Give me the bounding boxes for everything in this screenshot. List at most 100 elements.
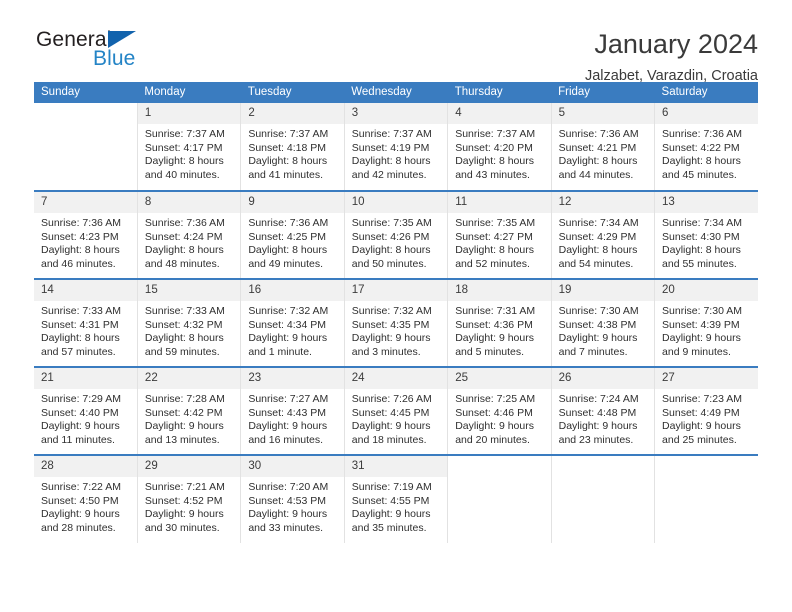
day-detail-line: and 30 minutes.	[144, 521, 220, 534]
day-number: 22	[137, 368, 241, 389]
day-detail-line: Daylight: 8 hours	[662, 155, 741, 168]
day-detail-line: Daylight: 9 hours	[41, 508, 120, 521]
page-header: General Blue January 2024 Jalzabet, Vara…	[34, 0, 758, 84]
calendar-day-cell[interactable]: 27 Sunrise: 7:23 AM Sunset: 4:49 PM Dayligh…	[654, 366, 758, 455]
calendar-day-cell[interactable]: 9 Sunrise: 7:36 AM Sunset: 4:25 PM Daylight…	[240, 190, 345, 279]
day-detail-line: Sunset: 4:46 PM	[455, 406, 533, 419]
day-detail-line: and 16 minutes.	[248, 433, 324, 446]
calendar-day-cell[interactable]: 6 Sunrise: 7:36 AM Sunset: 4:22 PM Daylight…	[654, 103, 758, 191]
day-number: 18	[448, 280, 551, 301]
calendar-day-cell[interactable]: 20 Sunrise: 7:30 AM Sunset: 4:39 PM Dayligh…	[654, 278, 758, 367]
day-detail-line: Sunrise: 7:27 AM	[248, 393, 329, 405]
day-number	[655, 456, 758, 477]
day-detail-line: and 18 minutes.	[351, 433, 427, 446]
day-detail-line: Sunrise: 7:22 AM	[41, 481, 121, 493]
day-details: Sunrise: 7:33 AM Sunset: 4:32 PM Daylight:…	[138, 301, 240, 359]
day-details: Sunrise: 7:34 AM Sunset: 4:29 PM Daylight:…	[552, 213, 654, 271]
day-detail-line: Daylight: 8 hours	[248, 155, 328, 168]
day-detail-line: Sunrise: 7:37 AM	[455, 128, 536, 140]
day-details: Sunrise: 7:37 AM Sunset: 4:20 PM Daylight:…	[448, 124, 550, 182]
day-details: Sunrise: 7:35 AM Sunset: 4:27 PM Daylight:…	[448, 213, 550, 271]
day-detail-line: Sunrise: 7:30 AM	[558, 305, 639, 317]
day-detail-line: Sunset: 4:40 PM	[41, 406, 119, 419]
calendar-day-cell[interactable]: 23 Sunrise: 7:27 AM Sunset: 4:43 PM Dayligh…	[240, 366, 345, 455]
day-detail-line: Sunrise: 7:37 AM	[144, 128, 225, 140]
calendar-day-cell[interactable]: 4 Sunrise: 7:37 AM Sunset: 4:20 PM Daylight…	[447, 103, 552, 191]
day-number	[34, 103, 137, 124]
day-number: 10	[344, 192, 448, 213]
day-detail-line: and 55 minutes.	[662, 257, 737, 270]
weekday-header-sunday: Sunday	[34, 82, 138, 103]
day-detail-line: Daylight: 9 hours	[41, 420, 120, 433]
calendar-day-cell[interactable]: 28 Sunrise: 7:22 AM Sunset: 4:50 PM Dayligh…	[34, 454, 138, 543]
day-number: 15	[137, 280, 241, 301]
day-detail-line: and 57 minutes.	[41, 345, 116, 358]
calendar-body: 1 Sunrise: 7:37 AM Sunset: 4:17 PM Daylight…	[34, 103, 758, 543]
calendar-day-cell[interactable]: 12 Sunrise: 7:34 AM Sunset: 4:29 PM Dayligh…	[550, 190, 655, 279]
calendar-day-cell[interactable]: 10 Sunrise: 7:35 AM Sunset: 4:26 PM Dayligh…	[343, 190, 448, 279]
calendar-day-cell[interactable]: 31 Sunrise: 7:19 AM Sunset: 4:55 PM Dayligh…	[343, 454, 448, 543]
calendar-day-cell[interactable]: 19 Sunrise: 7:30 AM Sunset: 4:38 PM Dayligh…	[550, 278, 655, 367]
day-detail-line: and 50 minutes.	[351, 257, 427, 270]
day-detail-line: and 7 minutes.	[558, 345, 628, 358]
day-details: Sunrise: 7:36 AM Sunset: 4:23 PM Daylight:…	[34, 213, 137, 271]
calendar-day-cell[interactable]: 25 Sunrise: 7:25 AM Sunset: 4:46 PM Dayligh…	[447, 366, 552, 455]
calendar-day-cell[interactable]: 11 Sunrise: 7:35 AM Sunset: 4:27 PM Dayligh…	[447, 190, 552, 279]
day-detail-line: Daylight: 9 hours	[455, 332, 534, 345]
calendar-day-cell[interactable]: 7 Sunrise: 7:36 AM Sunset: 4:23 PM Daylight…	[34, 190, 138, 279]
calendar-day-cell[interactable]: 2 Sunrise: 7:37 AM Sunset: 4:18 PM Daylight…	[240, 103, 345, 191]
calendar-day-cell[interactable]: 22 Sunrise: 7:28 AM Sunset: 4:42 PM Dayligh…	[136, 366, 241, 455]
day-detail-line: and 54 minutes.	[558, 257, 634, 270]
day-details: Sunrise: 7:25 AM Sunset: 4:46 PM Daylight:…	[448, 389, 550, 447]
day-detail-line: and 35 minutes.	[351, 521, 427, 534]
day-detail-line: Sunrise: 7:25 AM	[455, 393, 536, 405]
calendar-day-cell[interactable]: 30 Sunrise: 7:20 AM Sunset: 4:53 PM Dayligh…	[240, 454, 345, 543]
day-detail-line: Sunset: 4:48 PM	[558, 406, 637, 419]
calendar-day-cell[interactable]: 1 Sunrise: 7:37 AM Sunset: 4:17 PM Daylight…	[136, 103, 241, 191]
calendar-day-cell[interactable]: 14 Sunrise: 7:33 AM Sunset: 4:31 PM Dayligh…	[34, 278, 138, 367]
day-detail-line: Sunrise: 7:35 AM	[455, 217, 536, 229]
day-detail-line: and 49 minutes.	[248, 257, 324, 270]
calendar-day-cell[interactable]: 3 Sunrise: 7:37 AM Sunset: 4:19 PM Daylight…	[343, 103, 448, 191]
day-details: Sunrise: 7:36 AM Sunset: 4:25 PM Daylight:…	[241, 213, 343, 271]
logo-text-blue: Blue	[93, 47, 136, 70]
day-detail-line: Daylight: 8 hours	[455, 155, 534, 168]
day-detail-line: Sunset: 4:32 PM	[144, 318, 223, 331]
calendar-day-cell[interactable]: 8 Sunrise: 7:36 AM Sunset: 4:24 PM Daylight…	[136, 190, 241, 279]
calendar-empty-cell	[550, 454, 655, 543]
calendar-day-cell[interactable]: 21 Sunrise: 7:29 AM Sunset: 4:40 PM Dayligh…	[34, 366, 138, 455]
calendar-day-cell[interactable]: 17 Sunrise: 7:32 AM Sunset: 4:35 PM Dayligh…	[343, 278, 448, 367]
day-detail-line: Sunrise: 7:36 AM	[248, 217, 329, 229]
day-detail-line: Sunset: 4:24 PM	[144, 230, 223, 243]
day-details	[34, 124, 137, 128]
day-details: Sunrise: 7:32 AM Sunset: 4:34 PM Daylight:…	[241, 301, 343, 359]
day-detail-line: and 3 minutes.	[351, 345, 421, 358]
day-detail-line: Daylight: 8 hours	[41, 332, 120, 345]
day-detail-line: Daylight: 9 hours	[248, 420, 328, 433]
calendar-day-cell[interactable]: 5 Sunrise: 7:36 AM Sunset: 4:21 PM Daylight…	[550, 103, 655, 191]
day-detail-line: Sunrise: 7:36 AM	[662, 128, 742, 140]
day-detail-line: Sunrise: 7:21 AM	[144, 481, 225, 493]
day-detail-line: and 23 minutes.	[558, 433, 634, 446]
day-details: Sunrise: 7:37 AM Sunset: 4:19 PM Daylight:…	[345, 124, 447, 182]
calendar-week-row: 1 Sunrise: 7:37 AM Sunset: 4:17 PM Daylight…	[34, 103, 758, 191]
calendar-day-cell[interactable]: 24 Sunrise: 7:26 AM Sunset: 4:45 PM Dayligh…	[343, 366, 448, 455]
day-detail-line: Sunrise: 7:26 AM	[351, 393, 432, 405]
day-detail-line: Daylight: 9 hours	[351, 508, 431, 521]
day-number: 17	[344, 280, 448, 301]
calendar-day-cell[interactable]: 16 Sunrise: 7:32 AM Sunset: 4:34 PM Dayligh…	[240, 278, 345, 367]
calendar-day-cell[interactable]: 13 Sunrise: 7:34 AM Sunset: 4:30 PM Dayligh…	[654, 190, 758, 279]
calendar-day-cell[interactable]: 29 Sunrise: 7:21 AM Sunset: 4:52 PM Dayligh…	[136, 454, 241, 543]
calendar-day-cell[interactable]: 15 Sunrise: 7:33 AM Sunset: 4:32 PM Dayligh…	[136, 278, 241, 367]
day-details: Sunrise: 7:37 AM Sunset: 4:17 PM Daylight:…	[138, 124, 240, 182]
day-number	[551, 456, 655, 477]
day-details: Sunrise: 7:28 AM Sunset: 4:42 PM Daylight:…	[138, 389, 240, 447]
day-detail-line: and 59 minutes.	[144, 345, 220, 358]
page-title: January 2024	[594, 29, 758, 59]
day-detail-line: and 33 minutes.	[248, 521, 324, 534]
day-detail-line: Sunset: 4:39 PM	[662, 318, 740, 331]
calendar-day-cell[interactable]: 18 Sunrise: 7:31 AM Sunset: 4:36 PM Dayligh…	[447, 278, 552, 367]
day-number: 16	[241, 280, 344, 301]
day-detail-line: Sunrise: 7:20 AM	[248, 481, 329, 493]
calendar-day-cell[interactable]: 26 Sunrise: 7:24 AM Sunset: 4:48 PM Dayligh…	[550, 366, 655, 455]
